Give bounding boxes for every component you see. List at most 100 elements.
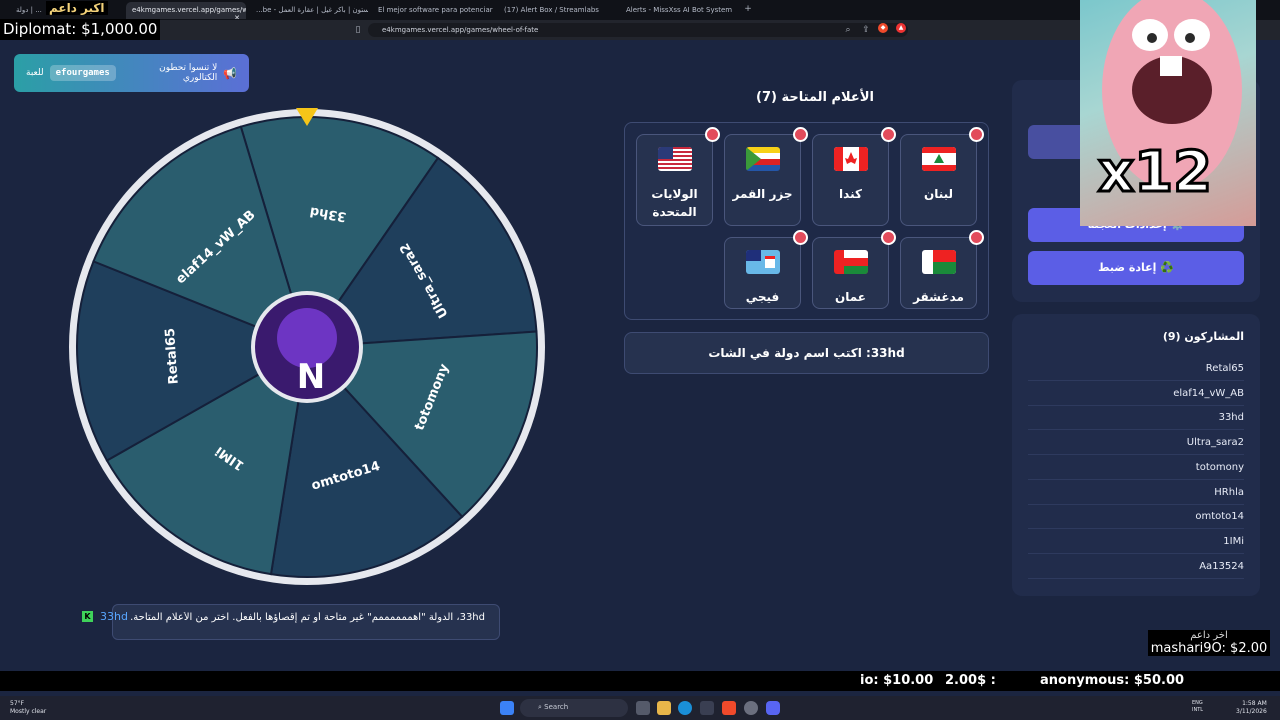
kick-icon: K [82, 611, 93, 622]
flag-name: فيجي [745, 290, 780, 304]
oman-flag-icon [834, 250, 868, 274]
flag-name: الولايات المتحدة [651, 187, 698, 219]
tab-5[interactable]: (17) Alert Box / Streamlabs [498, 2, 616, 19]
flag-card-lebanon[interactable]: لبنان [900, 127, 984, 226]
donation-ticker: io: $10.00 2.00$ : anonymous: $50.00 [0, 671, 1280, 691]
diplomat-amount: Diplomat: $1,000.00 [0, 19, 161, 40]
wheel-of-fate[interactable]: 33hdUltra_sara2totomonyomtoto141IMiRetal… [68, 108, 546, 586]
tab-6[interactable]: Alerts - MissXss AI Bot System [620, 2, 740, 19]
flag-name: جزر القمر [732, 187, 793, 201]
flag-card-oman[interactable]: عمان [812, 230, 896, 309]
tab-label: (17) Alert Box / Streamlabs [504, 6, 599, 14]
tab-3[interactable]: ...be - سبيستون | باكر غيل | عقارة العمل [250, 2, 368, 19]
megaphone-icon: 📢 [223, 66, 237, 80]
participant-item: 33hd [1028, 406, 1244, 431]
tab-label: ...be - سبيستون | باكر غيل | عقارة العمل [256, 6, 368, 14]
participant-item: omtoto14 [1028, 505, 1244, 530]
center-logo: N [297, 357, 325, 397]
remove-flag-button[interactable] [793, 230, 808, 245]
participant-item: 1IMi [1028, 530, 1244, 554]
participant-item: elaf14_vW_AB [1028, 382, 1244, 406]
edge-icon[interactable] [678, 701, 692, 715]
bookmark-icon[interactable]: ▯ [352, 24, 364, 36]
last-supporter: اخر داعم mashari9O: $2.00 [1148, 630, 1270, 656]
file-explorer-icon[interactable] [657, 701, 671, 715]
ticker-item: 2.00$ : [945, 673, 996, 688]
flag-card-madagascar[interactable]: مدغشقر [900, 230, 984, 309]
ticker-item: io: $10.00 [860, 673, 934, 688]
last-supporter-value: mashari9O: $2.00 [1150, 641, 1268, 656]
discord-icon[interactable] [766, 701, 780, 715]
remove-flag-button[interactable] [881, 127, 896, 142]
url-field[interactable]: e4kmgames.vercel.app/games/wheel-of-fate [368, 23, 908, 37]
store-icon[interactable] [700, 701, 714, 715]
participant-item: HRhla [1028, 481, 1244, 505]
clock-time: 1:58 AM [1242, 700, 1267, 707]
taskbar-search-label: Search [544, 703, 569, 711]
comoros-flag-icon [746, 147, 780, 171]
tab-active[interactable]: e4kmgames.vercel.app/games/w ✕ [126, 2, 246, 19]
weather-desc: Mostly clear [10, 708, 47, 715]
weather-widget[interactable]: 57°F Mostly clear [10, 700, 46, 716]
brave-shield-icon[interactable]: ◆ [878, 23, 888, 33]
language-indicator[interactable]: ENG INTL [1192, 700, 1203, 714]
weather-temp: 57°F [10, 700, 25, 707]
flags-title: الأعلام المتاحة (7) [756, 90, 874, 105]
share-icon[interactable]: ⇪ [860, 24, 872, 36]
banner-code: efourgames [49, 65, 116, 81]
task-view-icon[interactable] [636, 701, 650, 715]
remove-flag-button[interactable] [705, 127, 720, 142]
last-supporter-label: اخر داعم [1190, 630, 1228, 641]
obs-icon[interactable] [744, 701, 758, 715]
flag-card-usa[interactable]: الولايات المتحدة [636, 127, 720, 226]
brave-icon[interactable] [722, 701, 736, 715]
flag-name: عمان [835, 290, 866, 304]
flag-name: مدغشقر [913, 290, 964, 304]
flag-name: لبنان [923, 187, 954, 201]
close-icon[interactable]: ✕ [234, 14, 240, 19]
flags-panel: لبنان كندا جزر القمر الولايات المتحدة مد… [624, 122, 989, 320]
participant-item: Ultra_sara2 [1028, 431, 1244, 456]
reset-button[interactable]: ♻️ إعادة ضبط [1028, 251, 1244, 285]
chat-username: 33hd [100, 610, 128, 623]
banner-text: لا تنسوا تحطون الكتالوري [159, 63, 218, 83]
multiplier-text: x12 [1096, 139, 1213, 207]
remove-flag-button[interactable] [969, 127, 984, 142]
taskbar-search[interactable]: ⌕ Search [520, 699, 628, 717]
windows-start-icon[interactable] [500, 701, 514, 715]
participant-item: totomony [1028, 456, 1244, 480]
participants-title: المشاركون (9) [1162, 330, 1244, 343]
clock-date: 3/11/2026 [1236, 708, 1267, 715]
flag-card-fiji[interactable]: فيجي [724, 230, 808, 309]
flag-name: كندا [839, 187, 862, 201]
top-supporter-title: اكبر داعم [46, 1, 108, 15]
tab-label: دولة | ... [16, 6, 42, 14]
fiji-flag-icon [746, 250, 780, 274]
lang-code: ENG [1192, 700, 1203, 706]
remove-flag-button[interactable] [793, 127, 808, 142]
zoom-icon[interactable]: ⌕ [842, 24, 854, 36]
tab-label: El mejor software para potenciar tu [378, 6, 494, 14]
banner-suffix: للعبة [26, 68, 44, 78]
lebanon-flag-icon [922, 147, 956, 171]
lang-layout: INTL [1192, 707, 1204, 713]
participant-item: Retal65 [1028, 357, 1244, 381]
flag-card-comoros[interactable]: جزر القمر [724, 127, 808, 226]
tab-label: e4kmgames.vercel.app/games/w [132, 6, 246, 14]
madagascar-flag-icon [922, 250, 956, 274]
remove-flag-button[interactable] [969, 230, 984, 245]
taskbar: ⌕ Search [0, 696, 1280, 720]
turn-prompt: 33hd: اكتب اسم دولة في الشات [624, 332, 989, 374]
remove-flag-button[interactable] [881, 230, 896, 245]
wheel-pointer-icon [296, 108, 318, 126]
flag-card-canada[interactable]: كندا [812, 127, 896, 226]
system-clock[interactable]: 1:58 AM 3/11/2026 [1236, 700, 1267, 716]
rewards-icon[interactable]: ▲ [896, 23, 906, 33]
canada-flag-icon [834, 147, 868, 171]
ticker-item: anonymous: $50.00 [1040, 673, 1185, 688]
usa-flag-icon [658, 147, 692, 171]
new-tab-icon[interactable]: + [742, 3, 754, 15]
chat-message: 33hd، الدولة "اهممممممم" غير متاحة أو تم… [130, 612, 485, 623]
tab-4[interactable]: El mejor software para potenciar tu [372, 2, 494, 19]
tab-label: Alerts - MissXss AI Bot System [626, 6, 733, 14]
